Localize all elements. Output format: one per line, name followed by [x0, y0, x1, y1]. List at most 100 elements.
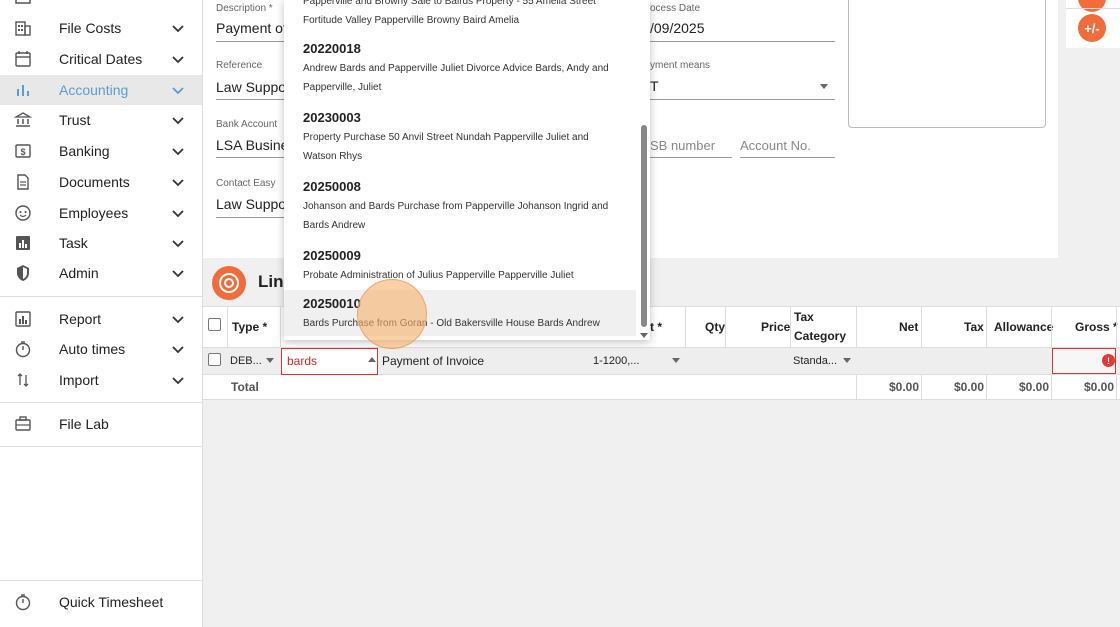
sidebar-item-label: Report: [59, 311, 102, 327]
description-label: Description *: [216, 3, 273, 14]
sidebar-item-file-lab[interactable]: File Lab: [0, 409, 202, 439]
row-checkbox[interactable]: [208, 353, 221, 366]
chevron-down-icon: [172, 316, 184, 324]
sidebar-item-report[interactable]: Report: [0, 304, 202, 334]
sidebar-item-task[interactable]: Task: [0, 228, 202, 258]
dropdown-option[interactable]: 20250009 Probate Administration of Juliu…: [284, 248, 636, 285]
option-description: Bards Purchase from Goran - Old Bakersvi…: [303, 318, 600, 329]
dropdown-option[interactable]: 20250008 Johanson and Bards Purchase fro…: [284, 179, 636, 235]
chevron-down-icon: [172, 270, 184, 278]
option-code: 20250009: [303, 248, 361, 263]
total-gross: $0.00: [1084, 380, 1115, 394]
caret-down-icon[interactable]: [820, 84, 828, 89]
plus-minus-button[interactable]: +/-: [1078, 14, 1106, 42]
chevron-down-icon: [172, 148, 184, 156]
sidebar-item-banking[interactable]: $ Banking: [0, 136, 202, 166]
sidebar-item-admin[interactable]: Admin: [0, 258, 202, 288]
option-description: Property Purchase 50 Anvil Street Nundah…: [303, 132, 589, 143]
column-header-type[interactable]: Type *: [232, 306, 267, 347]
option-description: Papperville and Browny Sale to Bairds Pr…: [303, 0, 596, 7]
process-date-underline: [650, 41, 835, 42]
sidebar-item-auto-times[interactable]: Auto times: [0, 334, 202, 364]
dropdown-option[interactable]: 20230003 Property Purchase 50 Anvil Stre…: [284, 110, 636, 166]
task-icon: [13, 233, 33, 253]
row-type-select[interactable]: DEB...: [230, 348, 262, 374]
column-header-allowance[interactable]: Allowance: [994, 306, 1053, 347]
chevron-down-icon: [172, 377, 184, 385]
caret-up-icon[interactable]: [368, 357, 376, 362]
column-header-price[interactable]: Price: [761, 306, 790, 347]
row-tax-category-select[interactable]: Standa...: [793, 348, 837, 374]
contact-field[interactable]: Law Suppor: [216, 196, 284, 212]
option-code: 20220018: [303, 41, 361, 56]
option-description: Fortitude Valley Papperville Browny Bair…: [303, 15, 520, 26]
column-header-gross[interactable]: Gross *: [1075, 306, 1118, 347]
column-header-tax-category[interactable]: Tax Category: [794, 306, 850, 347]
chevron-down-icon: [172, 25, 184, 33]
sidebar-item-quick-timesheet[interactable]: Quick Timesheet: [0, 587, 202, 617]
dropdown-scrollbar[interactable]: [641, 125, 647, 327]
sidebar-item-file[interactable]: [0, 0, 202, 12]
bar-chart-icon: [13, 80, 33, 100]
notes-textarea[interactable]: [848, 0, 1046, 128]
caret-down-icon[interactable]: [266, 358, 274, 363]
column-header-account[interactable]: t *: [650, 306, 662, 347]
sidebar-item-label: Auto times: [59, 341, 126, 357]
process-date-label: ocess Date: [650, 3, 701, 14]
sidebar-item-import[interactable]: Import: [0, 365, 202, 395]
sidebar-item-label: Employees: [59, 205, 129, 221]
import-icon: [13, 370, 33, 390]
face-icon: [13, 203, 33, 223]
dropdown-option[interactable]: Papperville and Browny Sale to Bairds Pr…: [284, 0, 636, 30]
payment-means-label: yment means: [650, 60, 711, 71]
sidebar-item-label: Quick Timesheet: [59, 594, 164, 610]
row-account-select[interactable]: 1-1200,...: [593, 348, 639, 374]
svg-text:$: $: [20, 147, 25, 157]
chevron-down-icon: [172, 179, 184, 187]
total-tax: $0.00: [954, 380, 985, 394]
folder-icon: [13, 0, 33, 7]
column-header-tax[interactable]: Tax: [964, 306, 984, 347]
stopwatch-icon: [13, 592, 33, 612]
payment-means-select[interactable]: T: [650, 78, 659, 94]
sidebar-item-label: Accounting: [59, 82, 129, 98]
chevron-down-icon: [172, 56, 184, 64]
bank-account-field[interactable]: LSA Busine: [216, 137, 284, 153]
sidebar-item-critical-dates[interactable]: Critical Dates: [0, 44, 202, 74]
payment-means-underline: [650, 99, 835, 100]
dropdown-option-highlighted[interactable]: 20250010 Bards Purchase from Goran - Old…: [284, 290, 636, 336]
column-header-net[interactable]: Net: [899, 306, 918, 347]
sidebar-item-label: Banking: [59, 143, 110, 159]
option-description: Johanson and Bards Purchase from Papperv…: [303, 201, 609, 212]
account-number-field[interactable]: Account No.: [740, 138, 811, 153]
sidebar-divider: [0, 446, 202, 447]
reference-field[interactable]: Law Suppor: [216, 79, 284, 95]
description-underline: [216, 41, 284, 42]
column-header-qty[interactable]: Qty: [705, 306, 725, 347]
caret-down-icon[interactable]: [843, 358, 851, 363]
process-date-field[interactable]: /09/2025: [650, 20, 705, 36]
option-code: 20230003: [303, 110, 361, 125]
option-description: Papperville, Juliet: [303, 82, 382, 93]
select-all-checkbox[interactable]: [208, 318, 221, 331]
bank-account-label: Bank Account: [216, 119, 278, 130]
caret-down-icon[interactable]: [672, 358, 680, 363]
description-field[interactable]: Payment of: [216, 20, 284, 36]
sidebar-item-documents[interactable]: Documents: [0, 167, 202, 197]
sidebar-item-file-costs[interactable]: File Costs: [0, 13, 202, 43]
bsb-number-field[interactable]: SB number: [650, 138, 715, 153]
chevron-down-icon: [172, 210, 184, 218]
sidebar-divider: [0, 580, 202, 581]
contact-underline: [216, 217, 284, 218]
row-description-field[interactable]: Payment of Invoice: [382, 348, 484, 374]
sidebar-item-trust[interactable]: Trust: [0, 105, 202, 135]
dropdown-option[interactable]: 20220018 Andrew Bards and Papperville Ju…: [284, 41, 636, 97]
sidebar-item-accounting[interactable]: Accounting: [0, 75, 202, 105]
shield-icon: [13, 263, 33, 283]
scroll-down-arrow-icon[interactable]: [640, 333, 648, 338]
sidebar-item-employees[interactable]: Employees: [0, 198, 202, 228]
reference-label: Reference: [216, 60, 263, 71]
file-input-value: bards: [287, 354, 318, 368]
timer-icon: [13, 339, 33, 359]
error-icon: !: [1102, 354, 1115, 367]
